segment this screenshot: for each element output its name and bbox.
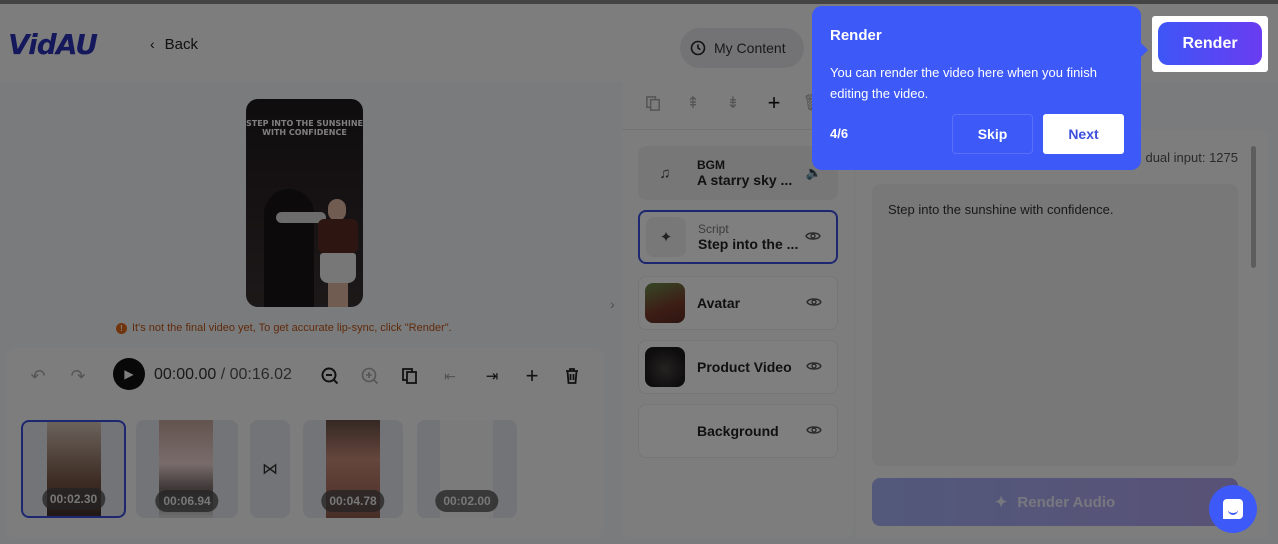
eye-icon[interactable] (803, 424, 825, 439)
copy-layer-icon[interactable] (642, 92, 664, 114)
clip-duration: 00:02.00 (435, 490, 499, 512)
layer-type-label: Script (698, 222, 729, 236)
clip-duration: 00:06.94 (155, 490, 219, 512)
next-button[interactable]: Next (1043, 114, 1124, 154)
logo[interactable]: VidAU (8, 28, 98, 61)
transition-icon: ⋈ (262, 461, 278, 478)
move-layer-up-icon[interactable]: ⇞ (682, 92, 704, 114)
trash-icon[interactable] (560, 364, 584, 388)
tour-popover: Render You can render the video here whe… (812, 6, 1148, 170)
layer-type-label: BGM (697, 158, 725, 172)
zoom-out-icon[interactable] (318, 364, 342, 388)
background-placeholder (645, 411, 685, 451)
caption-line-2: WITH CONFIDENCE (262, 128, 347, 137)
script-sparkle-icon: ✦ (646, 217, 686, 257)
layer-name: Background (697, 423, 779, 439)
render-audio-button[interactable]: ✦ Render Audio (872, 478, 1238, 526)
residual-input-count: dual input: 1275 (1145, 150, 1238, 165)
move-layer-down-icon[interactable]: ⇟ (722, 92, 744, 114)
collapse-chevron-icon[interactable]: › (610, 296, 615, 312)
zoom-in-icon[interactable] (358, 364, 382, 388)
tour-step-counter: 4/6 (830, 126, 849, 141)
play-button[interactable]: ▶ (113, 358, 145, 390)
layer-name: A starry sky ... (697, 172, 793, 188)
eye-icon[interactable] (803, 360, 825, 375)
layer-bgm[interactable]: ♫ BGM A starry sky ... 🔈 (638, 146, 838, 200)
redo-icon[interactable]: ↷ (66, 364, 90, 388)
duplicate-icon[interactable] (398, 364, 422, 388)
timeline-clip[interactable]: 00:04.78 (303, 420, 403, 518)
split-left-icon[interactable]: ⇤ (438, 364, 462, 388)
my-content-button[interactable]: My Content (680, 28, 804, 68)
chat-icon (1223, 499, 1243, 519)
preview-person-1 (264, 189, 314, 307)
layer-name: Avatar (697, 295, 741, 311)
layer-name: Product Video (697, 359, 792, 375)
eye-icon[interactable] (802, 230, 824, 245)
timeline-clip[interactable]: 00:02.00 (417, 420, 517, 518)
timeline-clip[interactable]: 00:06.94 (136, 420, 238, 518)
warning-text: It's not the final video yet, To get acc… (132, 322, 452, 334)
back-button[interactable]: ‹ Back (124, 24, 232, 64)
script-textarea[interactable]: Step into the sunshine with confidence. (872, 184, 1238, 466)
timeline-clip[interactable]: 00:02.30 (21, 420, 126, 518)
script-text: Step into the sunshine with confidence. (888, 202, 1114, 217)
my-content-label: My Content (714, 40, 786, 56)
avatar-thumbnail (645, 283, 685, 323)
transition-button[interactable]: ⋈ (250, 420, 290, 518)
back-label: Back (164, 35, 199, 53)
caption-line-1: STEP INTO THE SUNSHINE (246, 119, 363, 128)
timeline-controls: ↶ ↷ ▶ 00:00.00 / 00:16.02 ⇤ ⇥ + (6, 348, 604, 404)
time-separator: / (216, 366, 230, 383)
video-preview[interactable]: STEP INTO THE SUNSHINE WITH CONFIDENCE (246, 99, 363, 307)
time-readout: 00:00.00 / 00:16.02 (154, 366, 292, 384)
preview-avatar (316, 199, 360, 307)
layer-background[interactable]: Background (638, 404, 838, 458)
clip-duration: 00:02.30 (41, 488, 106, 510)
preview-caption: STEP INTO THE SUNSHINE WITH CONFIDENCE (246, 119, 363, 137)
split-right-icon[interactable]: ⇥ (480, 364, 504, 388)
timeline-panel: ↶ ↷ ▶ 00:00.00 / 00:16.02 ⇤ ⇥ + 00:02.30… (6, 348, 604, 538)
layer-product-video[interactable]: Product Video (638, 340, 838, 394)
undo-icon[interactable]: ↶ (26, 364, 50, 388)
sparkle-icon: ✦ (994, 494, 1008, 511)
product-video-thumbnail (645, 347, 685, 387)
eye-icon[interactable] (803, 296, 825, 311)
render-button[interactable]: Render (1158, 22, 1262, 65)
layer-script[interactable]: ✦ Script Step into the ... (638, 210, 838, 264)
chevron-left-icon: ‹ (150, 36, 155, 52)
clip-duration: 00:04.78 (321, 490, 385, 512)
popover-arrow (1140, 42, 1148, 58)
layer-name: Step into the ... (698, 236, 799, 252)
clip-track: 00:02.30 00:06.94 ⋈ 00:04.78 00:02.00 (21, 420, 601, 520)
music-note-icon: ♫ (659, 164, 671, 182)
add-icon[interactable]: + (520, 363, 544, 388)
current-time: 00:00.00 (154, 366, 217, 383)
chat-support-button[interactable] (1209, 485, 1257, 533)
skip-button[interactable]: Skip (952, 114, 1033, 154)
info-icon: ! (116, 322, 127, 334)
render-audio-label: Render Audio (1017, 493, 1116, 511)
layer-avatar[interactable]: Avatar (638, 276, 838, 330)
tour-title: Render (830, 27, 882, 44)
lip-sync-warning: ! It's not the final video yet, To get a… (116, 318, 452, 338)
play-icon: ▶ (124, 367, 134, 381)
clock-icon (690, 40, 706, 56)
scrollbar[interactable] (1251, 146, 1256, 268)
add-layer-icon[interactable]: + (763, 90, 785, 115)
total-time: 00:16.02 (229, 366, 292, 383)
tour-body: You can render the video here when you f… (830, 65, 1097, 101)
script-panel: dual input: 1275 Step into the sunshine … (856, 130, 1268, 538)
